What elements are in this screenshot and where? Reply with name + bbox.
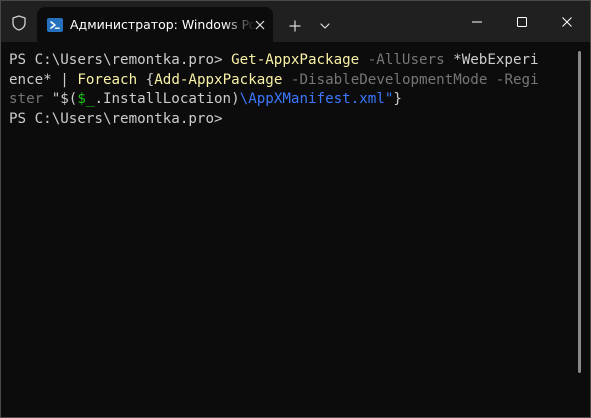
- profiles-dropdown-button[interactable]: [313, 14, 337, 38]
- parameter-token: -DisableDevelopmentMode: [290, 71, 488, 88]
- text-token: {: [137, 71, 155, 88]
- new-tab-button[interactable]: [283, 14, 307, 38]
- terminal-window: Администратор: Windows Po PS C:\Users\re…: [0, 0, 591, 418]
- shield-icon[interactable]: [1, 7, 37, 39]
- string-token: \AppXManifest.xml": [239, 91, 394, 107]
- chevron-down-icon: [320, 23, 330, 29]
- command-token: Foreach: [77, 71, 138, 88]
- window-close-button[interactable]: [545, 1, 589, 42]
- variable-token: $_: [77, 91, 95, 107]
- prompt: PS C:\Users\remontka.pro>: [9, 110, 223, 127]
- tab-administrator-powershell[interactable]: Администратор: Windows Po: [37, 7, 273, 42]
- terminal-output[interactable]: PS C:\Users\remontka.pro> Get-AppxPackag…: [9, 51, 539, 129]
- tab-title: Администратор: Windows Po: [70, 17, 256, 32]
- command-token: Get-AppxPackage: [231, 52, 360, 68]
- minimize-icon: [472, 21, 482, 22]
- plus-icon: [289, 20, 301, 32]
- powershell-icon: [47, 17, 63, 33]
- maximize-icon: [517, 16, 527, 27]
- terminal-line: PS C:\Users\remontka.pro> Get-AppxPackag…: [9, 51, 539, 71]
- text-token: .InstallLocation): [94, 91, 240, 107]
- maximize-button[interactable]: [500, 1, 544, 42]
- minimize-button[interactable]: [455, 1, 499, 42]
- prompt: PS C:\Users\remontka.pro>: [9, 52, 232, 68]
- terminal-line: PS C:\Users\remontka.pro>: [9, 110, 539, 130]
- close-icon[interactable]: [253, 18, 267, 32]
- terminal-line: ence* | Foreach {Add-AppxPackage -Disabl…: [9, 71, 539, 91]
- parameter-token: ster: [9, 91, 44, 107]
- title-bar[interactable]: Администратор: Windows Po: [1, 1, 590, 42]
- scrollbar[interactable]: [578, 51, 581, 373]
- text-token: }: [393, 91, 402, 107]
- text-token: *WebExperi: [444, 52, 539, 68]
- text-token: ence* |: [9, 71, 78, 88]
- parameter-token: -AllUsers: [367, 52, 445, 68]
- text-token: "$(: [43, 91, 78, 107]
- command-token: Add-AppxPackage: [154, 71, 283, 88]
- parameter-token: -Regi: [495, 71, 539, 88]
- terminal-content[interactable]: PS C:\Users\remontka.pro> Get-AppxPackag…: [1, 42, 590, 417]
- terminal-line: ster "$($_.InstallLocation)\AppXManifest…: [9, 90, 539, 110]
- close-icon: [562, 16, 572, 27]
